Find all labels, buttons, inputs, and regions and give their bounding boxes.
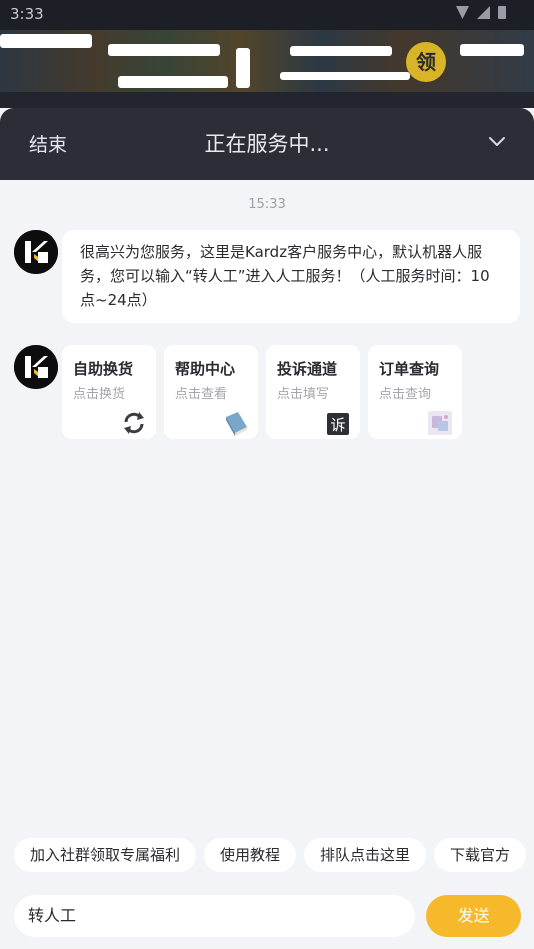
banner-mask — [108, 44, 220, 56]
signal-icon — [477, 6, 490, 19]
banner-mask — [0, 34, 92, 48]
help-center-card[interactable]: 帮助中心 点击查看 — [164, 345, 258, 439]
book-icon — [226, 412, 247, 436]
system-icons — [456, 6, 506, 19]
self-exchange-card[interactable]: 自助换货 点击换货 — [62, 345, 156, 439]
banner-badge: 领 — [406, 42, 446, 82]
chip-download-official[interactable]: 下载官方 — [434, 838, 527, 872]
page-title: 正在服务中... — [204, 132, 330, 156]
banner-mask — [280, 72, 410, 80]
battery-icon — [498, 6, 506, 19]
message-timestamp: 15:33 — [248, 197, 286, 212]
quick-service-cards: 自助换货 点击换货 帮助中心 点击查看 投诉通道 点击填写 诉 订单查询 点击查… — [62, 345, 462, 439]
card-title: 帮助中心 — [175, 360, 236, 378]
bot-avatar — [14, 345, 58, 389]
refresh-icon — [124, 412, 144, 434]
card-title: 投诉通道 — [277, 360, 338, 378]
complaint-icon: 诉 — [327, 413, 349, 435]
card-subtitle: 点击填写 — [277, 387, 330, 402]
message-input[interactable]: 转人工 — [14, 895, 415, 937]
status-time: 3:33 — [10, 5, 44, 23]
complaint-icon-text: 诉 — [330, 416, 345, 434]
chat-header: 结束 正在服务中... — [0, 108, 534, 180]
card-subtitle: 点击查询 — [379, 387, 432, 402]
order-icon — [428, 411, 452, 435]
chip-join-community[interactable]: 加入社群领取专属福利 — [14, 838, 197, 872]
chat-area[interactable]: 15:33 很高兴为您服务，这里是Kardz客户服务中心，默认机器人服务，您可以… — [0, 180, 534, 830]
card-title: 自助换货 — [73, 360, 134, 378]
chevron-down-icon[interactable] — [488, 132, 506, 150]
quick-reply-chips: 加入社群领取专属福利 使用教程 排队点击这里 下载官方 — [14, 838, 527, 872]
banner-mask — [460, 44, 524, 56]
wifi-icon — [456, 6, 469, 19]
order-query-card[interactable]: 订单查询 点击查询 — [368, 345, 462, 439]
card-subtitle: 点击换货 — [73, 387, 126, 402]
kardz-logo-icon — [14, 230, 58, 274]
banner-shadow — [0, 92, 534, 108]
card-title: 订单查询 — [379, 360, 440, 378]
banner-mask — [290, 46, 392, 56]
chip-queue[interactable]: 排队点击这里 — [304, 838, 427, 872]
chip-tutorial[interactable]: 使用教程 — [204, 838, 297, 872]
kardz-logo-icon — [14, 345, 58, 389]
status-bar: 3:33 — [0, 0, 534, 30]
send-button[interactable]: 发送 — [426, 895, 521, 937]
complaint-card[interactable]: 投诉通道 点击填写 诉 — [266, 345, 360, 439]
card-subtitle: 点击查看 — [175, 387, 228, 402]
bot-avatar — [14, 230, 58, 274]
banner-mask — [118, 76, 228, 88]
promo-banner: 领 — [0, 30, 534, 108]
banner-mask — [236, 48, 250, 88]
bot-message-bubble: 很高兴为您服务，这里是Kardz客户服务中心，默认机器人服务，您可以输入“转人工… — [62, 230, 520, 323]
